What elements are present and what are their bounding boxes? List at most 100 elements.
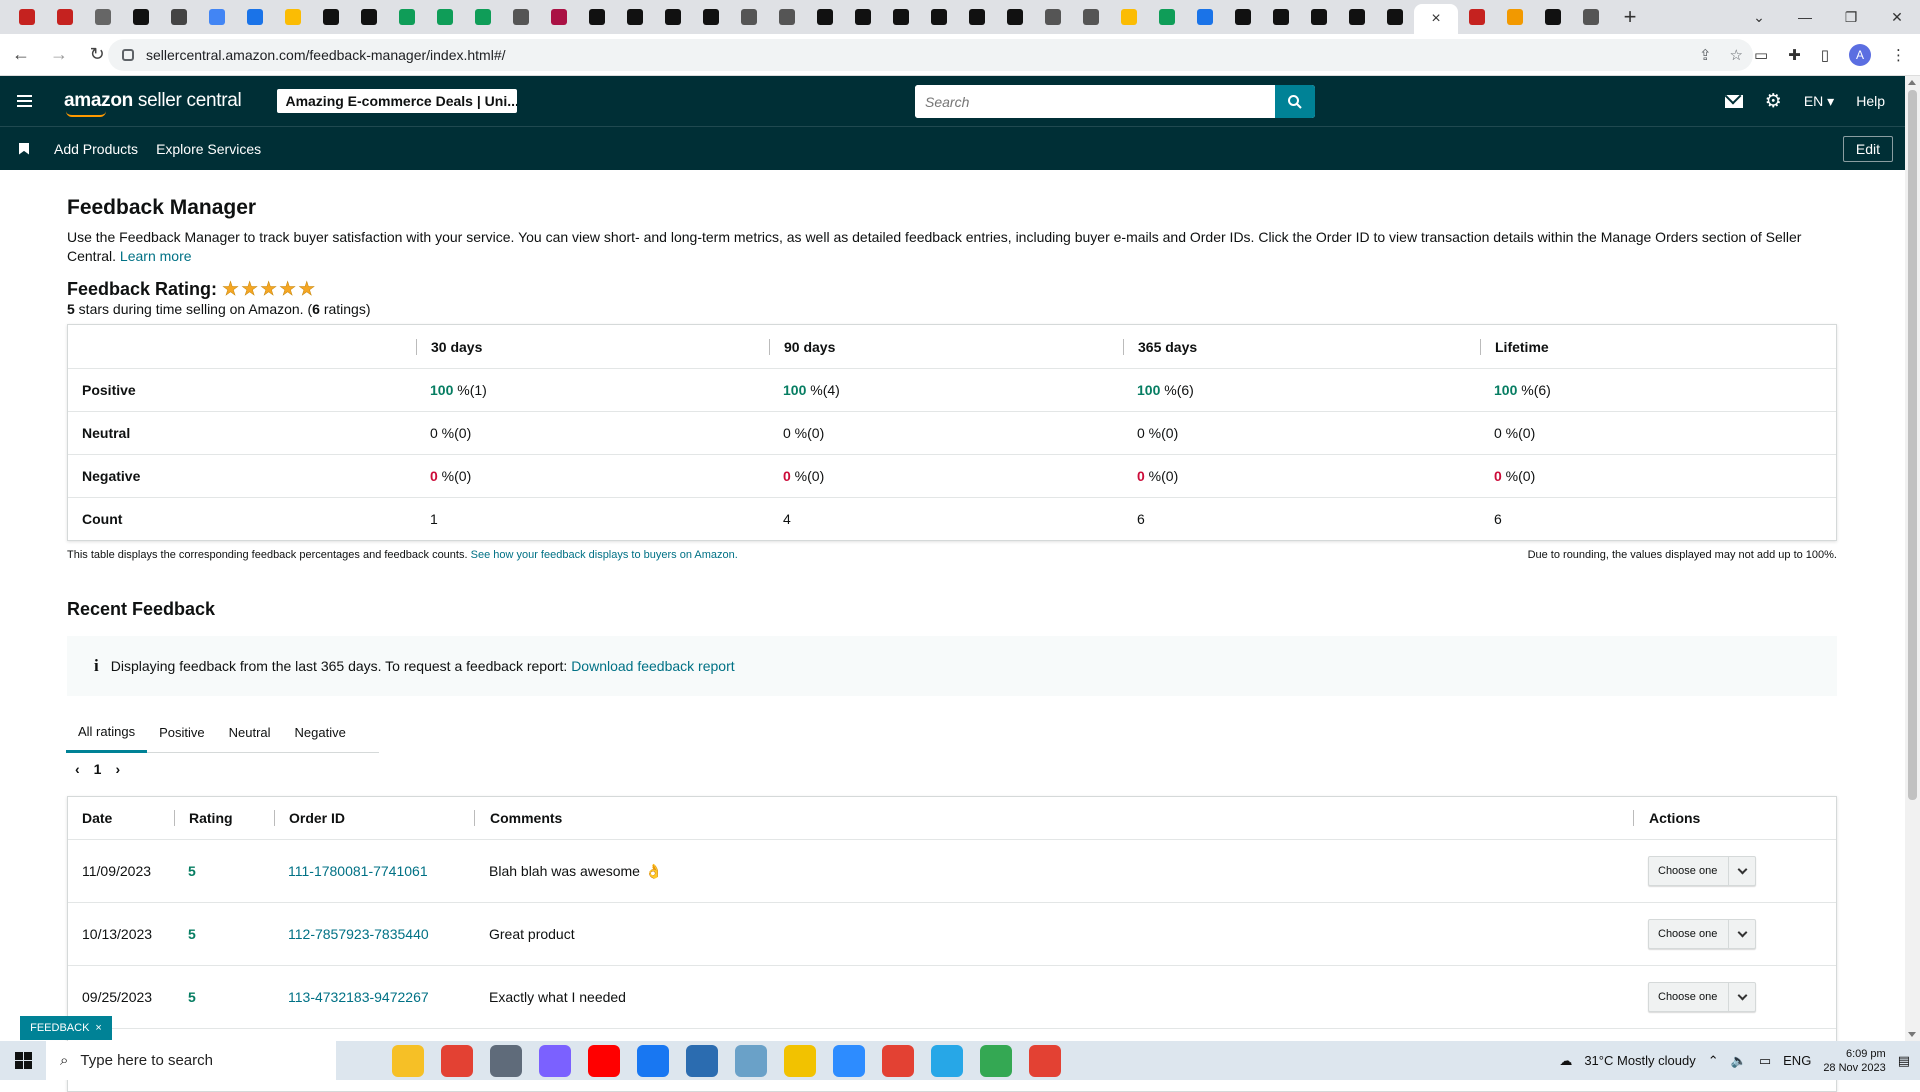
- browser-tab[interactable]: [882, 0, 920, 34]
- store-selector[interactable]: Amazing E-commerce Deals | Uni...: [277, 89, 518, 113]
- browser-tab[interactable]: [1262, 0, 1300, 34]
- learn-more-link[interactable]: Learn more: [120, 248, 192, 264]
- restore-icon[interactable]: ❐: [1828, 0, 1874, 34]
- weather-text[interactable]: 31°C Mostly cloudy: [1584, 1053, 1695, 1068]
- browser-tab[interactable]: [1186, 0, 1224, 34]
- feedback-display-link[interactable]: See how your feedback displays to buyers…: [471, 549, 738, 561]
- minimize-icon[interactable]: —: [1782, 0, 1828, 34]
- order-id-link[interactable]: 113-4732183-9472267: [274, 989, 474, 1005]
- browser-tab[interactable]: [540, 0, 578, 34]
- order-id-link[interactable]: 111-1780081-7741061: [274, 863, 474, 879]
- browser-tab[interactable]: [160, 0, 198, 34]
- browser-tab[interactable]: [312, 0, 350, 34]
- browser-tab[interactable]: [768, 0, 806, 34]
- browser-tab[interactable]: [84, 0, 122, 34]
- taskbar-app-icon[interactable]: [882, 1044, 914, 1077]
- tab-positive[interactable]: Positive: [147, 712, 217, 752]
- extension-icon[interactable]: ▭: [1754, 46, 1768, 64]
- windows-start-icon[interactable]: [0, 1041, 46, 1080]
- browser-tab[interactable]: [1148, 0, 1186, 34]
- taskbar-app-icon[interactable]: [441, 1044, 473, 1077]
- browser-tab[interactable]: [958, 0, 996, 34]
- browser-tab[interactable]: [502, 0, 540, 34]
- choose-one-dropdown[interactable]: Choose one: [1648, 982, 1756, 1012]
- prev-page-icon[interactable]: ‹: [75, 761, 80, 777]
- browser-tab[interactable]: [1224, 0, 1262, 34]
- download-report-link[interactable]: Download feedback report: [571, 658, 734, 674]
- clock[interactable]: 6:09 pm 28 Nov 2023: [1823, 1047, 1885, 1075]
- taskbar-app-icon[interactable]: [637, 1044, 669, 1077]
- browser-tab[interactable]: [274, 0, 312, 34]
- browser-tab[interactable]: [806, 0, 844, 34]
- browser-tab[interactable]: [1034, 0, 1072, 34]
- browser-tab[interactable]: [1300, 0, 1338, 34]
- explore-services-link[interactable]: Explore Services: [156, 141, 261, 157]
- feedback-close-icon[interactable]: ×: [95, 1022, 101, 1034]
- feedback-widget-button[interactable]: FEEDBACK ×: [20, 1016, 112, 1040]
- messages-icon[interactable]: [1724, 94, 1743, 108]
- browser-tab[interactable]: [46, 0, 84, 34]
- next-page-icon[interactable]: ›: [115, 761, 120, 777]
- browser-tab[interactable]: [1458, 0, 1496, 34]
- help-link[interactable]: Help: [1856, 93, 1885, 109]
- browser-tab[interactable]: [8, 0, 46, 34]
- search-input[interactable]: [915, 85, 1275, 118]
- taskbar-app-icon[interactable]: [1029, 1044, 1061, 1077]
- browser-tab[interactable]: [920, 0, 958, 34]
- share-icon[interactable]: ⇪: [1699, 46, 1712, 64]
- browser-tab[interactable]: [996, 0, 1034, 34]
- tab-negative[interactable]: Negative: [283, 712, 358, 752]
- tab-all-ratings[interactable]: All ratings: [66, 712, 148, 753]
- language-selector[interactable]: EN ▾: [1804, 93, 1834, 110]
- choose-one-dropdown[interactable]: Choose one: [1648, 919, 1756, 949]
- taskbar-app-icon[interactable]: [833, 1044, 865, 1077]
- dropdown-arrow[interactable]: [1728, 920, 1755, 948]
- puzzle-icon[interactable]: ✚: [1788, 46, 1801, 64]
- taskbar-search[interactable]: ⌕ Type here to search: [46, 1041, 336, 1080]
- settings-gear-icon[interactable]: ⚙: [1765, 90, 1782, 113]
- browser-tab[interactable]: [1110, 0, 1148, 34]
- taskbar-app-icon[interactable]: [784, 1044, 816, 1077]
- browser-tab[interactable]: [426, 0, 464, 34]
- add-products-link[interactable]: Add Products: [54, 141, 138, 157]
- tray-overflow-icon[interactable]: ⌃: [1708, 1053, 1719, 1069]
- input-language[interactable]: ENG: [1783, 1053, 1811, 1068]
- bookmark-icon[interactable]: [19, 142, 29, 155]
- back-icon[interactable]: ←: [4, 38, 38, 72]
- browser-tab[interactable]: [578, 0, 616, 34]
- browser-tab[interactable]: [844, 0, 882, 34]
- browser-tab[interactable]: [1338, 0, 1376, 34]
- volume-icon[interactable]: 🔈: [1731, 1053, 1747, 1069]
- browser-tab[interactable]: [1496, 0, 1534, 34]
- browser-tab[interactable]: [692, 0, 730, 34]
- url-text[interactable]: sellercentral.amazon.com/feedback-manage…: [146, 47, 506, 63]
- browser-tab[interactable]: [730, 0, 768, 34]
- browser-tab[interactable]: [1534, 0, 1572, 34]
- browser-tab[interactable]: [350, 0, 388, 34]
- browser-tab[interactable]: [1376, 0, 1414, 34]
- url-bar[interactable]: sellercentral.amazon.com/feedback-manage…: [108, 39, 1753, 71]
- taskbar-app-icon[interactable]: [686, 1044, 718, 1077]
- browser-tab[interactable]: [654, 0, 692, 34]
- edit-bookmarks-button[interactable]: Edit: [1842, 136, 1893, 162]
- network-icon[interactable]: ▭: [1759, 1053, 1771, 1069]
- current-page[interactable]: 1: [94, 761, 102, 777]
- forward-icon[interactable]: →: [42, 38, 76, 72]
- amazon-seller-central-logo[interactable]: amazon seller central: [64, 90, 242, 117]
- hamburger-menu-icon[interactable]: [0, 76, 48, 126]
- tab-neutral[interactable]: Neutral: [217, 712, 283, 752]
- browser-tab[interactable]: [1072, 0, 1110, 34]
- browser-tab[interactable]: [464, 0, 502, 34]
- dropdown-arrow[interactable]: [1728, 983, 1755, 1011]
- weather-icon[interactable]: ☁: [1559, 1053, 1572, 1069]
- choose-one-dropdown[interactable]: Choose one: [1648, 856, 1756, 886]
- active-tab[interactable]: ×: [1414, 4, 1458, 34]
- bookmark-star-icon[interactable]: ☆: [1730, 46, 1743, 64]
- search-button[interactable]: [1275, 85, 1315, 118]
- taskbar-app-icon[interactable]: [735, 1044, 767, 1077]
- taskbar-app-icon[interactable]: [980, 1044, 1012, 1077]
- browser-tab[interactable]: [1572, 0, 1610, 34]
- profile-avatar[interactable]: A: [1849, 44, 1871, 66]
- order-id-link[interactable]: 112-7857923-7835440: [274, 926, 474, 942]
- page-scrollbar[interactable]: [1905, 76, 1920, 1041]
